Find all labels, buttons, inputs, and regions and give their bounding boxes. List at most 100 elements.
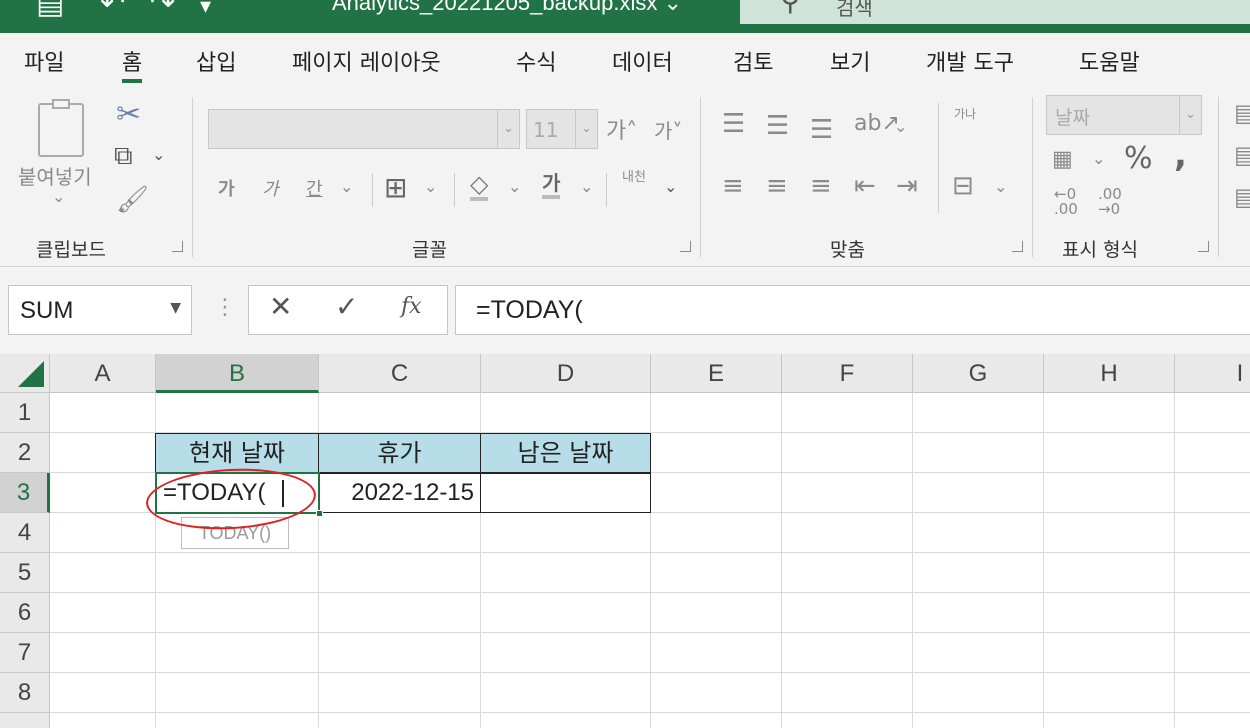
formula-input[interactable]: =TODAY( <box>455 285 1250 335</box>
orientation-dropdown-icon[interactable]: ⌄ <box>894 117 907 136</box>
row-header-4[interactable]: 4 <box>0 513 50 553</box>
phonetic-dropdown-icon[interactable]: ⌄ <box>664 177 677 196</box>
select-all-button[interactable] <box>0 354 50 393</box>
row-header-2[interactable]: 2 <box>0 433 50 473</box>
search-box[interactable]: ⚲ 검색 <box>740 0 1250 24</box>
cell-d2[interactable]: 남은 날짜 <box>480 433 651 473</box>
align-center-icon[interactable]: ≡ <box>766 171 788 201</box>
chevron-down-icon[interactable]: ▼ <box>170 300 181 316</box>
tab-file[interactable]: 파일 <box>24 45 64 77</box>
column-header-b[interactable]: B <box>156 354 319 393</box>
cell-b2[interactable]: 현재 날짜 <box>155 433 319 473</box>
save-icon[interactable]: ▤ <box>36 0 64 21</box>
accounting-dropdown-icon[interactable]: ⌄ <box>1092 149 1105 168</box>
align-left-icon[interactable]: ≡ <box>722 171 744 201</box>
column-header-f[interactable]: F <box>782 354 913 393</box>
italic-icon[interactable]: 가 <box>262 175 279 201</box>
cell-styles-icon[interactable]: ▤ <box>1234 183 1250 211</box>
column-header-e[interactable]: E <box>651 354 782 393</box>
copy-icon[interactable]: ⧉ <box>114 141 133 172</box>
insert-function-icon[interactable]: fx <box>401 294 422 319</box>
tab-developer[interactable]: 개발 도구 <box>926 45 1014 77</box>
fill-color-dropdown-icon[interactable]: ⌄ <box>508 177 521 196</box>
increase-decimal-icon[interactable]: ←0.00 <box>1054 187 1078 217</box>
phonetic-guide-icon[interactable]: 내천 <box>622 171 652 185</box>
cell-d3[interactable] <box>480 473 651 513</box>
format-painter-icon[interactable]: 🖌 <box>116 185 149 215</box>
cancel-icon[interactable]: ✕ <box>269 290 292 323</box>
merge-center-icon[interactable]: ⊟ <box>952 171 974 201</box>
align-bottom-icon[interactable]: ☰ <box>810 115 833 145</box>
row-header-7[interactable]: 7 <box>0 633 50 673</box>
tab-view[interactable]: 보기 <box>830 45 870 77</box>
column-header-d[interactable]: D <box>481 354 651 393</box>
border-icon[interactable]: ⊞ <box>384 171 407 204</box>
copy-dropdown-icon[interactable]: ⌄ <box>152 145 165 164</box>
tab-page-layout[interactable]: 페이지 레이아웃 <box>292 45 441 77</box>
document-title[interactable]: Analytics_20221205_backup.xlsx ⌄ <box>332 0 682 16</box>
column-header-c[interactable]: C <box>319 354 481 393</box>
font-name-combo[interactable]: ⌄ <box>208 109 520 149</box>
cell-c2[interactable]: 휴가 <box>318 433 481 473</box>
column-header-i[interactable]: I <box>1175 354 1250 393</box>
row-header-6[interactable]: 6 <box>0 593 50 633</box>
conditional-format-icon[interactable]: ▤ <box>1234 99 1250 127</box>
decrease-font-icon[interactable]: 가˅ <box>654 115 682 144</box>
cut-icon[interactable]: ✂ <box>116 97 141 132</box>
format-table-icon[interactable]: ▤ <box>1234 141 1250 169</box>
row-header-8[interactable]: 8 <box>0 673 50 713</box>
tab-review[interactable]: 검토 <box>733 45 773 77</box>
tab-home[interactable]: 홈 <box>122 45 143 83</box>
row-header-1[interactable]: 1 <box>0 393 50 433</box>
paste-icon[interactable] <box>38 99 84 157</box>
align-middle-icon[interactable]: ☰ <box>766 111 789 141</box>
font-launcher-icon[interactable] <box>680 241 691 252</box>
fill-color-icon[interactable]: ◇ <box>470 171 489 201</box>
alignment-launcher-icon[interactable] <box>1012 241 1023 252</box>
align-right-icon[interactable]: ≡ <box>810 171 832 201</box>
font-size-combo[interactable]: 11 ⌄ <box>526 109 598 149</box>
undo-icon[interactable]: ↶ <box>100 0 125 21</box>
paste-label[interactable]: 붙여넣기 <box>18 161 92 190</box>
column-header-g[interactable]: G <box>913 354 1044 393</box>
underline-icon[interactable]: 간 <box>306 175 323 201</box>
tab-formulas[interactable]: 수식 <box>516 45 556 77</box>
underline-dropdown-icon[interactable]: ⌄ <box>340 177 353 196</box>
accounting-format-icon[interactable]: ▦ <box>1052 147 1073 172</box>
cell-c3[interactable]: 2022-12-15 <box>318 473 481 513</box>
border-dropdown-icon[interactable]: ⌄ <box>424 177 437 196</box>
wrap-text-icon[interactable]: 가나 <box>954 107 986 121</box>
tab-data[interactable]: 데이터 <box>612 45 673 77</box>
decrease-decimal-icon[interactable]: .00 →0 <box>1098 187 1122 217</box>
column-header-a[interactable]: A <box>50 354 156 393</box>
number-launcher-icon[interactable] <box>1198 241 1209 252</box>
paste-dropdown-icon[interactable]: ⌄ <box>52 187 65 206</box>
increase-indent-icon[interactable]: ⇥ <box>896 171 918 201</box>
worksheet-grid[interactable]: A B C D E F G H I 1 2 3 4 5 6 7 8 현재 날짜 … <box>0 354 1250 728</box>
enter-icon[interactable]: ✓ <box>335 290 358 323</box>
redo-icon[interactable]: ↷ <box>150 0 175 21</box>
merge-dropdown-icon[interactable]: ⌄ <box>994 177 1007 196</box>
orientation-icon[interactable]: ab↗ <box>854 111 900 136</box>
number-format-combo[interactable]: 날짜 ⌄ <box>1046 95 1202 135</box>
decrease-indent-icon[interactable]: ⇤ <box>854 171 876 201</box>
font-color-icon[interactable]: 가 <box>542 171 561 199</box>
fill-handle[interactable] <box>316 510 323 517</box>
clipboard-launcher-icon[interactable] <box>172 241 183 252</box>
column-header-h[interactable]: H <box>1044 354 1175 393</box>
increase-font-icon[interactable]: 가˄ <box>606 113 637 145</box>
row-header-3[interactable]: 3 <box>0 473 50 513</box>
font-color-dropdown-icon[interactable]: ⌄ <box>580 177 593 196</box>
name-box[interactable]: SUM ▼ <box>8 285 192 335</box>
align-top-icon[interactable]: ☰ <box>722 109 745 139</box>
tab-insert[interactable]: 삽입 <box>196 45 236 77</box>
tab-help[interactable]: 도움말 <box>1079 45 1140 77</box>
comma-style-icon[interactable]: , <box>1174 135 1187 175</box>
function-tooltip[interactable]: TODAY() <box>181 517 289 549</box>
row-header-9[interactable] <box>0 713 50 728</box>
percent-style-icon[interactable]: % <box>1124 141 1153 176</box>
row-header-5[interactable]: 5 <box>0 553 50 593</box>
customize-qat-icon[interactable]: ▾ <box>200 0 211 19</box>
resize-handle-icon[interactable]: ⋮ <box>214 295 236 320</box>
bold-icon[interactable]: 가 <box>218 175 235 201</box>
